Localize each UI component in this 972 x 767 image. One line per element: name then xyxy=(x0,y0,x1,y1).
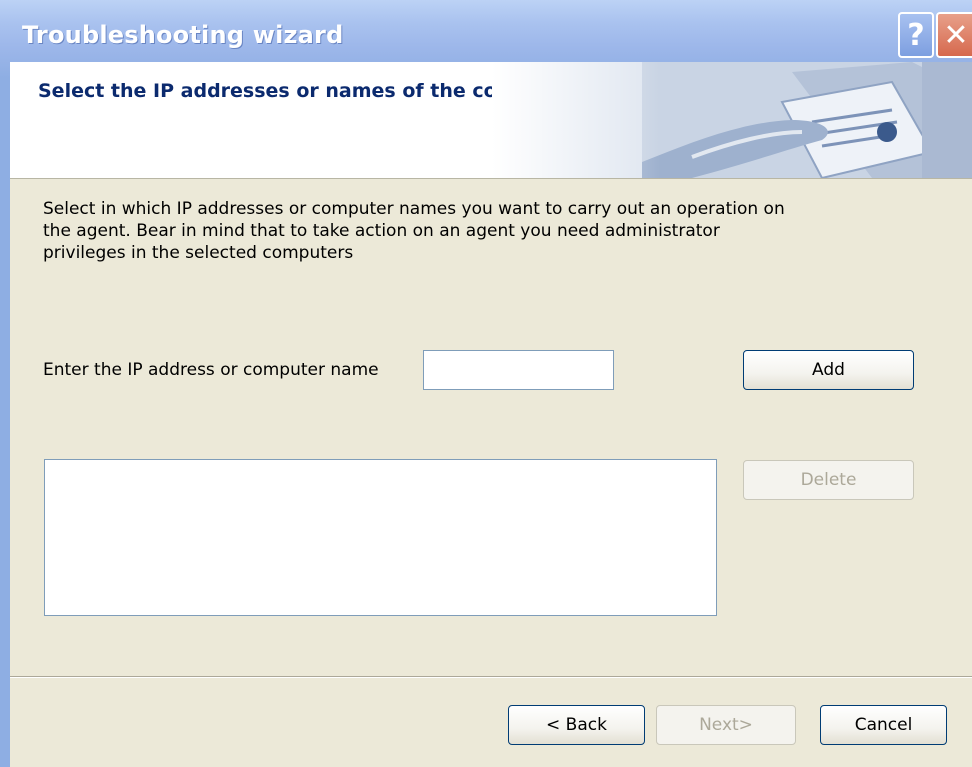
ip-field-label: Enter the IP address or computer name xyxy=(43,360,379,380)
add-button[interactable]: Add xyxy=(743,350,914,390)
close-icon: ✕ xyxy=(943,17,969,53)
instructions-text: Select in which IP addresses or computer… xyxy=(43,199,785,263)
close-button[interactable]: ✕ xyxy=(936,12,972,58)
delete-button[interactable]: Delete xyxy=(743,460,914,500)
help-icon: ? xyxy=(907,17,925,53)
next-button[interactable]: Next> xyxy=(656,705,796,745)
wizard-header: Select the IP addresses or names of the … xyxy=(10,62,972,179)
help-button[interactable]: ? xyxy=(898,12,934,58)
back-button[interactable]: < Back xyxy=(508,705,645,745)
window-frame-left xyxy=(0,62,10,767)
cancel-button[interactable]: Cancel xyxy=(820,705,947,745)
computers-list[interactable] xyxy=(44,459,717,616)
ip-address-input[interactable] xyxy=(423,350,614,390)
window-title: Troubleshooting wizard xyxy=(22,21,344,49)
header-banner-illustration xyxy=(492,62,972,178)
footer-divider xyxy=(10,676,972,678)
